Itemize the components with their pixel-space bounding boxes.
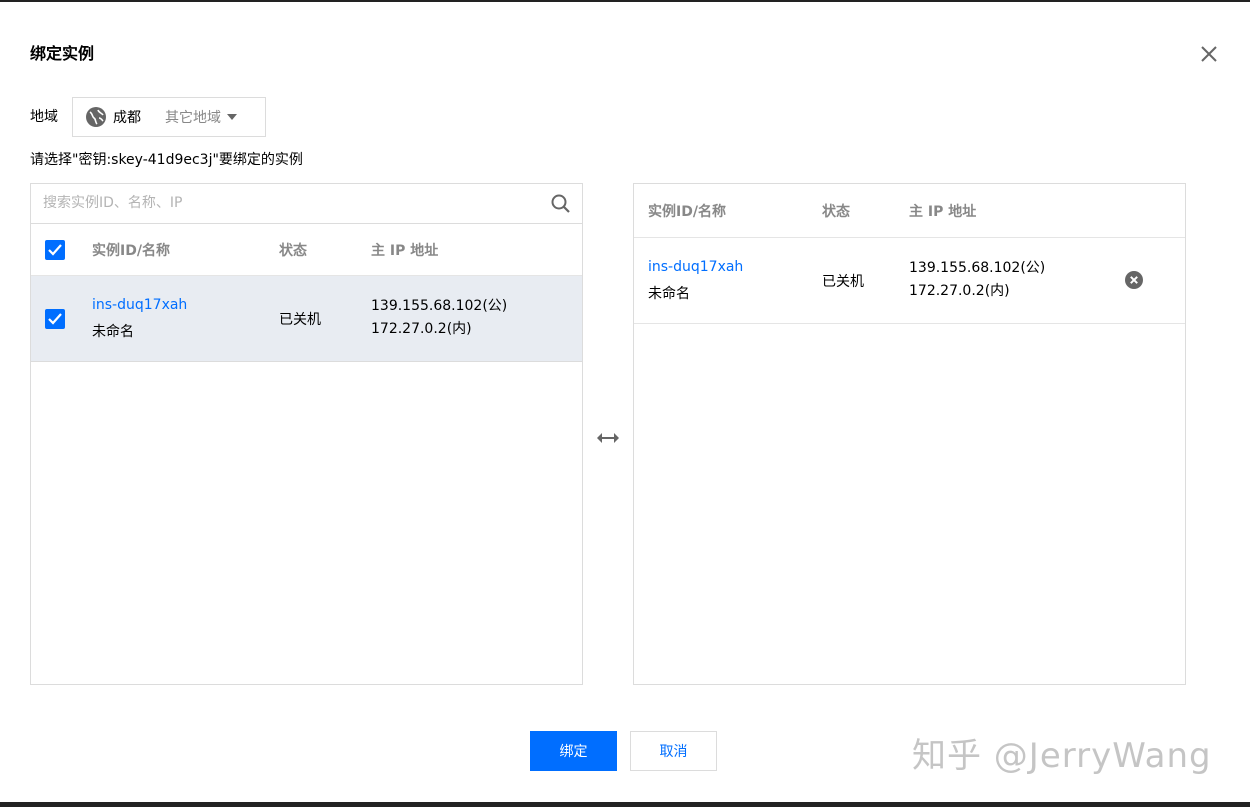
selected-instances-panel: 实例ID/名称 状态 主 IP 地址 ins-duq17xah 未命名 已关机 … — [633, 183, 1186, 685]
instance-status: 已关机 — [279, 312, 321, 328]
column-header-id-name: 实例ID/名称 — [92, 243, 170, 259]
cancel-button[interactable]: 取消 — [630, 731, 717, 771]
remove-icon[interactable] — [1125, 271, 1143, 289]
instance-id-link[interactable]: ins-duq17xah — [92, 297, 187, 313]
search-input[interactable] — [31, 184, 531, 222]
bottom-border — [0, 802, 1250, 807]
instance-name: 未命名 — [648, 286, 690, 302]
column-header-ip: 主 IP 地址 — [371, 243, 439, 259]
region-current[interactable]: 成都 — [113, 107, 141, 127]
search-bar — [31, 184, 582, 224]
transfer-arrows-icon — [596, 430, 620, 444]
instance-ip-private: 172.27.0.2(内) — [909, 283, 1010, 299]
watermark: 知乎 @JerryWang — [912, 736, 1212, 776]
table-row[interactable]: ins-duq17xah 未命名 已关机 139.155.68.102(公) 1… — [31, 276, 582, 362]
globe-icon — [85, 106, 107, 128]
instance-id-link[interactable]: ins-duq17xah — [648, 259, 743, 275]
instance-ip-public: 139.155.68.102(公) — [371, 298, 508, 314]
column-header-status: 状态 — [822, 204, 850, 220]
column-header-ip: 主 IP 地址 — [909, 204, 977, 220]
table-row: ins-duq17xah 未命名 已关机 139.155.68.102(公) 1… — [634, 238, 1185, 324]
region-label: 地域 — [30, 109, 58, 125]
top-border — [0, 0, 1250, 2]
available-instances-panel: 实例ID/名称 状态 主 IP 地址 ins-duq17xah 未命名 已关机 … — [30, 183, 583, 685]
close-icon[interactable] — [1197, 42, 1221, 66]
column-header-id-name: 实例ID/名称 — [648, 204, 726, 220]
instance-ip-private: 172.27.0.2(内) — [371, 321, 472, 337]
instance-name: 未命名 — [92, 324, 134, 340]
select-all-checkbox[interactable] — [45, 240, 65, 260]
search-icon[interactable] — [550, 193, 572, 215]
instruction-text: 请选择"密钥:skey-41d9ec3j"要绑定的实例 — [30, 152, 303, 168]
column-header-status: 状态 — [279, 243, 307, 259]
dialog-title: 绑定实例 — [30, 44, 95, 63]
row-checkbox[interactable] — [45, 309, 65, 329]
region-other[interactable]: 其它地域 — [165, 107, 221, 127]
chevron-down-icon[interactable] — [227, 114, 237, 120]
instance-status: 已关机 — [822, 274, 864, 290]
bind-button[interactable]: 绑定 — [530, 731, 617, 771]
region-selector[interactable]: 成都 其它地域 — [72, 97, 266, 137]
instance-ip-public: 139.155.68.102(公) — [909, 260, 1046, 276]
table-header: 实例ID/名称 状态 主 IP 地址 — [634, 184, 1185, 238]
table-header: 实例ID/名称 状态 主 IP 地址 — [31, 224, 582, 276]
